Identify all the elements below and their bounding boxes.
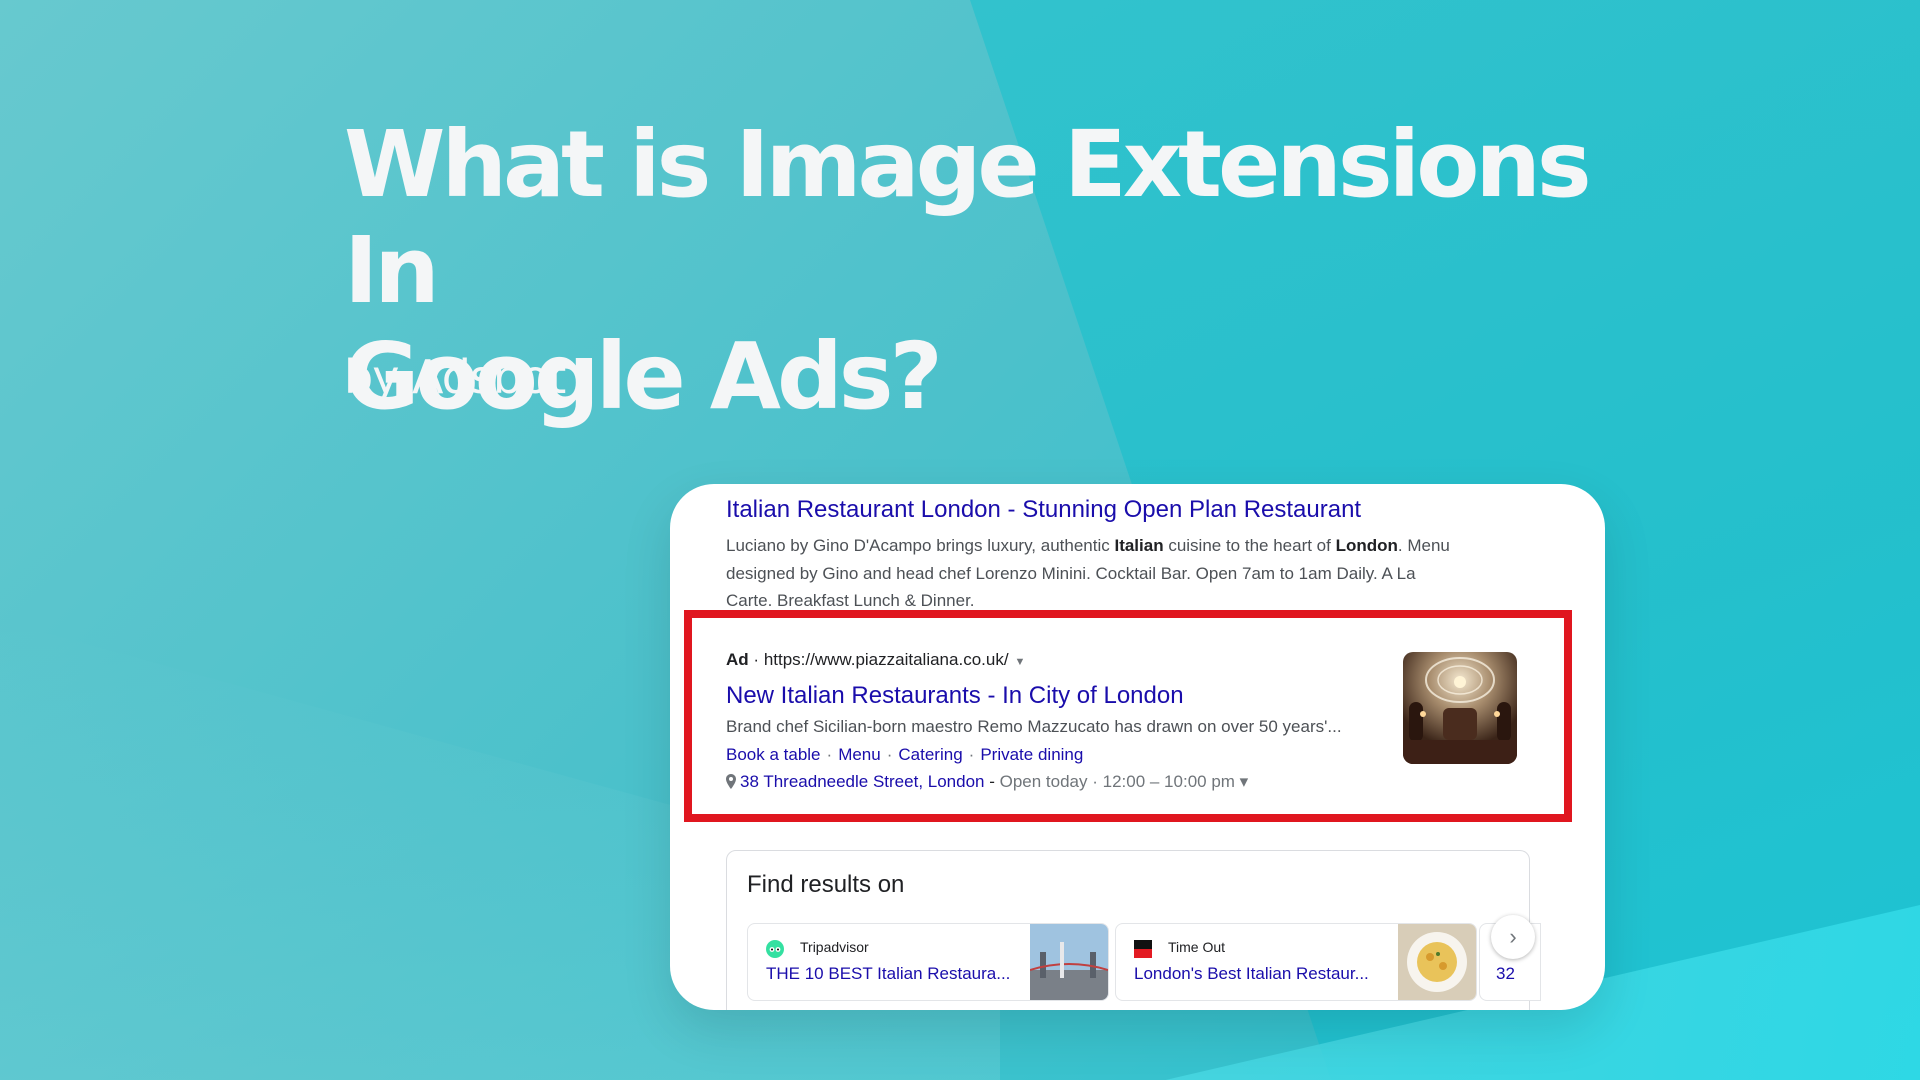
organic-result-description: Luciano by Gino D'Acampo brings luxury, … xyxy=(726,532,1466,615)
desc-text: Luciano by Gino D'Acampo brings luxury, … xyxy=(726,536,1115,555)
desc-bold: Italian xyxy=(1114,536,1164,555)
sitelink-separator: · xyxy=(886,745,893,764)
ad-hours[interactable]: Open today · 12:00 – 10:00 pm xyxy=(1000,772,1235,791)
sitelink-menu[interactable]: Menu xyxy=(838,745,881,764)
hours-dropdown-icon[interactable]: ▾ xyxy=(1240,772,1249,791)
source-name: Tripadvisor xyxy=(800,939,869,955)
source-link[interactable]: London's Best Italian Restaur... xyxy=(1134,964,1369,984)
ad-sitelinks: Book a table · Menu · Catering · Private dinin… xyxy=(726,745,1083,765)
ad-image-extension[interactable] xyxy=(1403,652,1517,764)
find-results-title: Find results on xyxy=(747,871,905,898)
source-card-tripadvisor[interactable]: Tripadvisor THE 10 BEST Italian Restaura… xyxy=(747,923,1109,1001)
find-results-panel: Find results on Tripadvisor THE 10 BEST … xyxy=(726,850,1541,1010)
desc-text: cuisine to the heart of xyxy=(1163,536,1336,555)
search-results-card: Italian Restaurant London - Stunning Ope… xyxy=(670,484,1605,1010)
ad-address-link[interactable]: 38 Threadneedle Street, London xyxy=(740,772,985,791)
source-card-timeout[interactable]: Time Out London's Best Italian Restaur..… xyxy=(1115,923,1477,1001)
sitelink-private-dining[interactable]: Private dining xyxy=(980,745,1083,764)
ad-label: Ad xyxy=(726,650,749,669)
location-pin-icon xyxy=(726,774,736,794)
chevron-right-icon[interactable]: › xyxy=(1491,915,1535,959)
chevron-down-icon[interactable]: ▼ xyxy=(1015,656,1026,668)
sitelink-separator: · xyxy=(968,745,975,764)
london-skyline-image xyxy=(1029,924,1108,1000)
byline: by Adsbot xyxy=(344,350,566,404)
organic-result-title[interactable]: Italian Restaurant London - Stunning Ope… xyxy=(726,496,1361,524)
desc-bold: London xyxy=(1335,536,1398,555)
timeout-logo-icon xyxy=(1134,940,1152,958)
ad-description: Brand chef Sicilian-born maestro Remo Ma… xyxy=(726,717,1342,736)
pasta-dish-image xyxy=(1398,924,1476,1000)
sitelink-separator: · xyxy=(826,745,833,764)
sitelink-book-a-table[interactable]: Book a table xyxy=(726,745,821,764)
ad-url[interactable]: https://www.piazzaitaliana.co.uk/ xyxy=(764,650,1009,669)
tripadvisor-logo-icon xyxy=(766,940,784,958)
separator-dot: · xyxy=(753,650,760,669)
source-link[interactable]: THE 10 BEST Italian Restaura... xyxy=(766,964,1010,984)
source-link[interactable]: 32 xyxy=(1496,964,1515,984)
source-name: Time Out xyxy=(1168,939,1226,955)
ad-location-extension: 38 Threadneedle Street, London - Open to… xyxy=(726,772,1248,794)
title-line-1: What is Image Extensions In xyxy=(344,111,1592,324)
sitelink-catering[interactable]: Catering xyxy=(898,745,962,764)
address-dash: - xyxy=(984,772,1000,791)
ad-title-link[interactable]: New Italian Restaurants - In City of Lon… xyxy=(726,682,1184,710)
ad-url-line: Ad · https://www.piazzaitaliana.co.uk/ ▼ xyxy=(726,650,1025,670)
